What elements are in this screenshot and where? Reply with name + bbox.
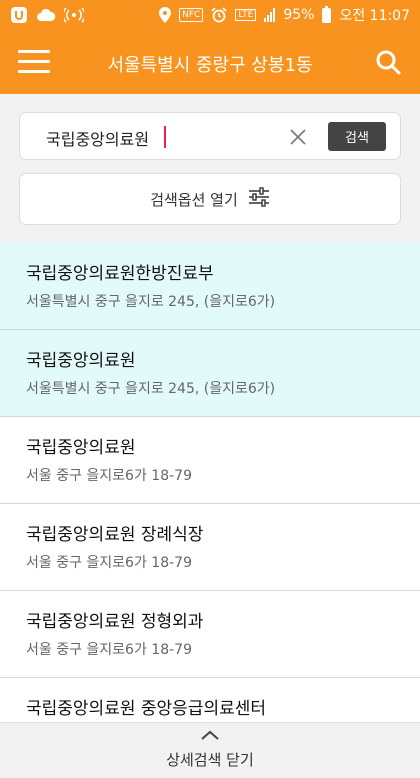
result-name: 국립중앙의료원한방진료부 [26,264,214,284]
status-bar: NFC LTE 95% 오전 11:07 [0,0,420,30]
battery-level: 95% [283,7,315,23]
search-input[interactable] [44,123,278,153]
result-name: 국립중앙의료원 중앙응급의료센터 [26,699,267,719]
alarm-icon [211,7,227,23]
filter-sliders-icon [248,187,270,211]
signal-icon [264,8,276,22]
chevron-up-icon [199,727,221,741]
list-item[interactable]: 국립중앙의료원 장례식장 서울 중구 을지로6가 18-79 [0,504,420,591]
list-item[interactable]: 국립중앙의료원 서울특별시 중구 을지로 245, (을지로6가) [0,330,420,417]
close-detail-search-label: 상세검색 닫기 [166,751,254,769]
result-name: 국립중앙의료원 [26,351,136,371]
app-bar: 서울특별시 중랑구 상봉1동 [0,30,420,94]
result-address: 서울특별시 중구 을지로 245, (을지로6가) [26,294,276,310]
search-options-label: 검색옵션 열기 [150,190,238,209]
result-address: 서울 중구 을지로6가 18-79 [26,642,192,658]
battery-icon [322,5,332,23]
search-options-button[interactable]: 검색옵션 열기 [19,173,401,225]
page-title: 서울특별시 중랑구 상봉1동 [107,55,313,76]
text-cursor [164,126,166,148]
nfc-icon: NFC [179,8,204,22]
status-left [10,6,84,24]
cloud-icon [36,8,56,22]
list-item[interactable]: 국립중앙의료원 정형외과 서울 중구 을지로6가 18-79 [0,591,420,678]
result-address: 서울 중구 을지로6가 18-79 [26,468,192,484]
result-address: 서울특별시 중구 을지로 245, (을지로6가) [26,381,276,397]
result-name: 국립중앙의료원 [26,438,136,458]
search-button[interactable]: 검색 [328,122,386,151]
search-icon[interactable] [374,48,402,76]
result-name: 국립중앙의료원 장례식장 [26,525,204,545]
close-detail-search-button[interactable]: 상세검색 닫기 [0,722,420,778]
list-item[interactable]: 국립중앙의료원한방진료부 서울특별시 중구 을지로 245, (을지로6가) [0,243,420,330]
wifi-icon [64,7,84,23]
close-icon[interactable] [286,125,310,149]
status-time: 오전 11:07 [339,8,410,24]
result-name: 국립중앙의료원 정형외과 [26,612,204,632]
lte-icon: LTE [235,9,257,21]
location-icon [159,7,172,23]
result-address: 서울 중구 을지로6가 18-79 [26,555,192,571]
status-right: NFC LTE 95% 오전 11:07 [159,5,410,25]
app-u-icon [10,6,28,24]
results-list: 국립중앙의료원한방진료부 서울특별시 중구 을지로 245, (을지로6가) 국… [0,243,420,765]
list-item[interactable]: 국립중앙의료원 서울 중구 을지로6가 18-79 [0,417,420,504]
search-box: 검색 [19,112,401,160]
